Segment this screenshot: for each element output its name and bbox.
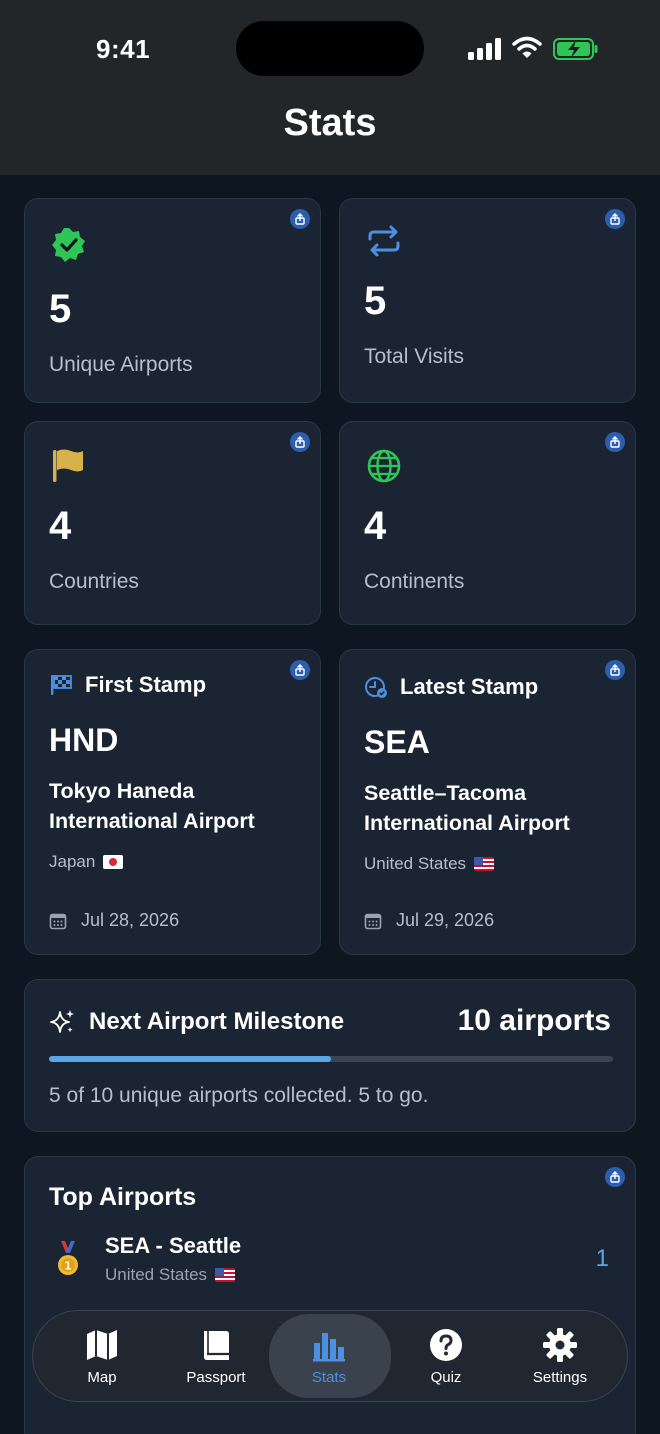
first-stamp-card[interactable]: First Stamp HND Tokyo Haneda Internation… — [24, 649, 321, 955]
tab-label: Settings — [532, 1369, 588, 1386]
share-icon[interactable] — [605, 660, 625, 680]
stat-card-unique-airports[interactable]: 5 Unique Airports — [24, 198, 321, 403]
tab-label: Passport — [186, 1369, 246, 1386]
stat-value: 4 — [49, 504, 72, 548]
us-flag-icon — [474, 857, 495, 871]
first-stamp-label: First Stamp — [85, 672, 207, 697]
airport-country: United States — [105, 1265, 236, 1285]
airport-name: SEA - Seattle — [105, 1233, 242, 1258]
first-stamp-heading: First Stamp — [49, 672, 206, 698]
airport-country-name: United States — [105, 1265, 208, 1284]
first-stamp-country: Japan — [49, 852, 124, 872]
share-icon[interactable] — [605, 209, 625, 229]
first-stamp-date: Jul 28, 2026 — [49, 910, 179, 931]
book-icon — [204, 1331, 229, 1360]
latest-stamp-date: Jul 29, 2026 — [364, 910, 494, 931]
stat-label: Unique Airports — [49, 353, 193, 376]
first-stamp-country-name: Japan — [49, 852, 96, 871]
tab-label: Quiz — [430, 1369, 462, 1386]
first-stamp-date-text: Jul 28, 2026 — [81, 910, 180, 930]
latest-stamp-code: SEA — [364, 724, 430, 760]
calendar-icon — [49, 913, 67, 929]
tab-map[interactable]: Map — [42, 1311, 162, 1403]
wifi-icon — [512, 36, 542, 58]
tab-stats[interactable]: Stats — [269, 1314, 391, 1398]
cellular-signal-icon — [468, 38, 501, 60]
milestone-goal: 10 airports — [457, 1004, 611, 1037]
gold-medal-icon: 1 — [58, 1241, 78, 1275]
milestone-title: Next Airport Milestone — [89, 1008, 345, 1035]
stat-card-continents[interactable]: 4 Continents — [339, 421, 636, 625]
bar-chart-icon — [313, 1333, 345, 1362]
latest-stamp-heading: Latest Stamp — [364, 674, 538, 700]
question-icon — [430, 1329, 462, 1361]
visit-count: 1 — [595, 1245, 609, 1272]
milestone-progress-bar — [49, 1056, 613, 1062]
stat-value: 4 — [364, 504, 387, 548]
stat-label: Countries — [49, 570, 139, 593]
map-icon — [87, 1330, 117, 1360]
share-icon[interactable] — [290, 660, 310, 680]
us-flag-icon — [215, 1268, 236, 1282]
page-title: Stats — [283, 102, 377, 144]
gear-icon — [543, 1328, 577, 1362]
sparkles-icon — [50, 1010, 74, 1033]
latest-stamp-country-name: United States — [364, 854, 467, 873]
status-time: 9:41 — [96, 34, 151, 64]
list-item[interactable]: 1 SEA - Seattle United States 1 — [25, 1231, 635, 1291]
latest-stamp-label: Latest Stamp — [400, 674, 539, 699]
milestone-card[interactable]: Next Airport Milestone 10 airports 5 of … — [24, 979, 636, 1132]
stat-card-countries[interactable]: 4 Countries — [24, 421, 321, 625]
tab-passport[interactable]: Passport — [156, 1311, 276, 1403]
tab-label: Map — [87, 1369, 117, 1386]
latest-stamp-date-text: Jul 29, 2026 — [396, 910, 495, 930]
share-icon[interactable] — [605, 1167, 625, 1187]
calendar-icon — [364, 913, 382, 929]
flag-icon — [53, 449, 83, 482]
milestone-description: 5 of 10 unique airports collected. 5 to … — [49, 1084, 429, 1107]
tab-quiz[interactable]: Quiz — [386, 1311, 506, 1403]
latest-stamp-card[interactable]: Latest Stamp SEA Seattle–Tacoma Internat… — [339, 649, 636, 955]
checkered-flag-icon — [51, 675, 72, 695]
svg-text:1: 1 — [64, 1260, 72, 1273]
latest-stamp-airport-name: Seattle–Tacoma International Airport — [364, 781, 570, 835]
verified-badge-icon — [52, 228, 85, 262]
dynamic-island — [236, 21, 424, 76]
share-icon[interactable] — [290, 209, 310, 229]
top-airports-title: Top Airports — [49, 1183, 197, 1211]
stat-label: Total Visits — [364, 345, 464, 368]
globe-icon — [367, 449, 401, 483]
tab-settings[interactable]: Settings — [500, 1311, 620, 1403]
tab-bar: Map Passport Stats Quiz Settings — [32, 1310, 628, 1402]
latest-stamp-country: United States — [364, 854, 495, 874]
first-stamp-code: HND — [49, 722, 119, 758]
header-bar: 9:41 Stats — [0, 0, 660, 175]
stat-label: Continents — [364, 570, 465, 593]
repeat-icon — [368, 225, 400, 257]
clock-check-icon — [365, 677, 387, 698]
battery-charging-icon — [553, 38, 598, 60]
japan-flag-icon — [103, 855, 124, 869]
stat-value: 5 — [364, 279, 387, 323]
stat-card-total-visits[interactable]: 5 Total Visits — [339, 198, 636, 403]
share-icon[interactable] — [605, 432, 625, 452]
stat-value: 5 — [49, 287, 72, 331]
tab-label: Stats — [311, 1369, 347, 1386]
milestone-progress-fill — [49, 1056, 331, 1062]
share-icon[interactable] — [290, 432, 310, 452]
first-stamp-airport-name: Tokyo Haneda International Airport — [49, 779, 255, 833]
milestone-heading: Next Airport Milestone — [49, 1008, 344, 1036]
